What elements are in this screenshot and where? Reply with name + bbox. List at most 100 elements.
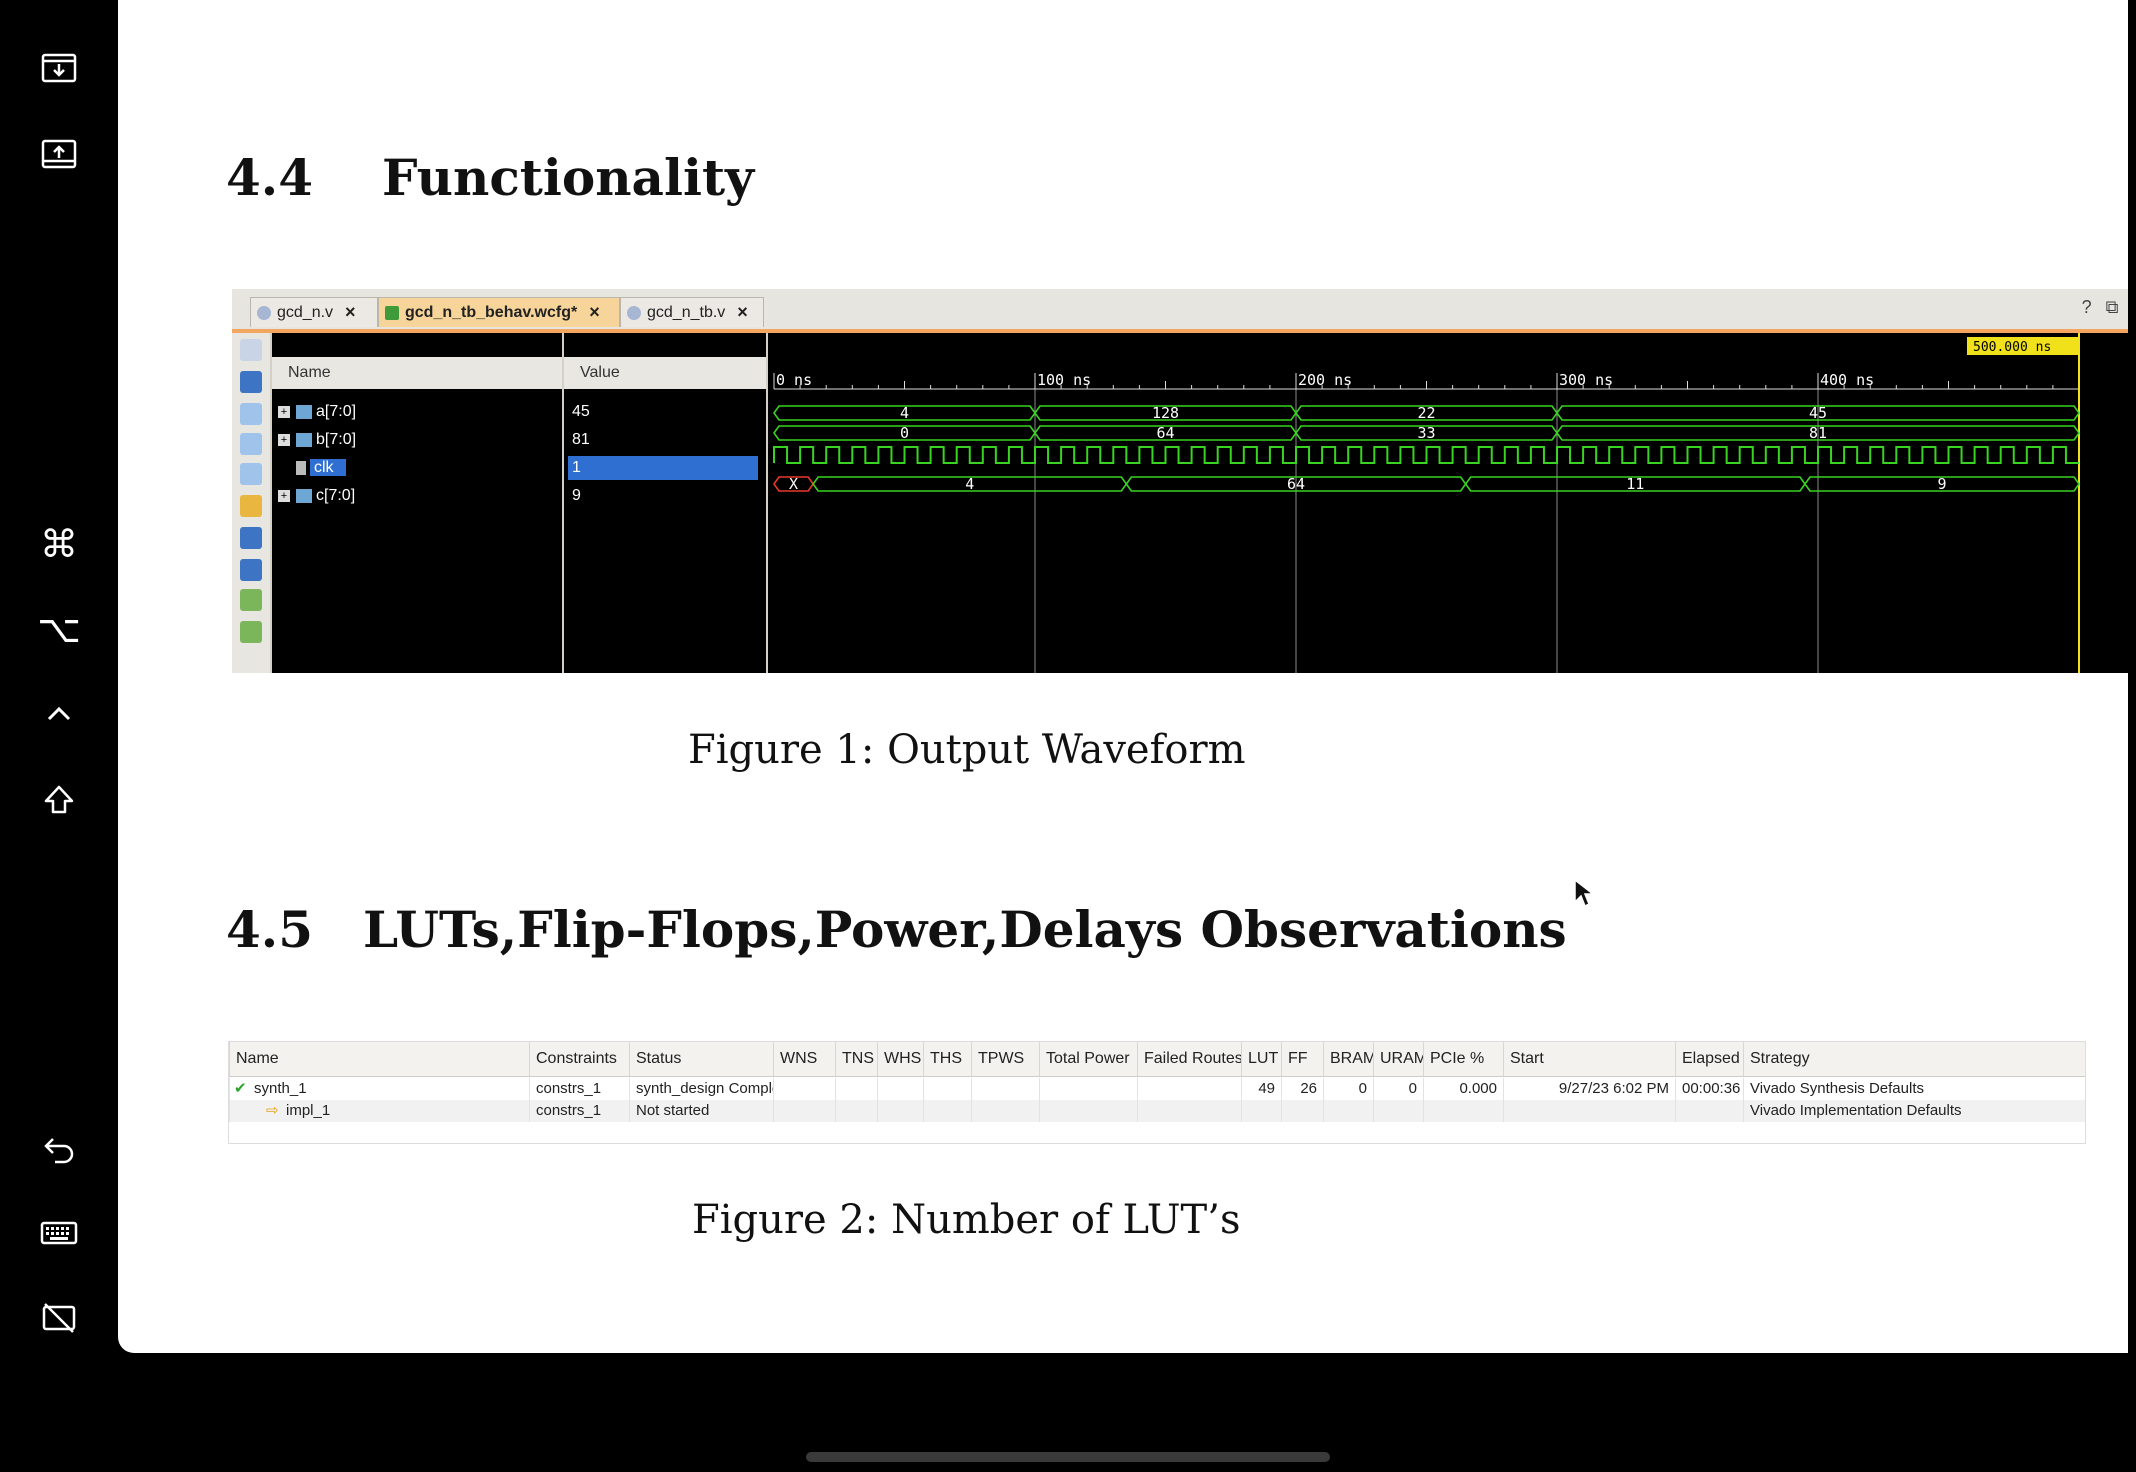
tab-gcd-n-tb-v[interactable]: gcd_n_tb.v × xyxy=(620,297,764,327)
expand-icon[interactable]: + xyxy=(278,489,290,502)
column-header[interactable]: PCIe % xyxy=(1423,1042,1503,1076)
cell-empty xyxy=(877,1078,923,1100)
column-header[interactable]: URAM xyxy=(1373,1042,1423,1076)
bus-icon xyxy=(296,404,312,419)
tab-gcd-n-v[interactable]: gcd_n.v × xyxy=(250,297,378,327)
control-icon[interactable] xyxy=(30,685,88,743)
zoom-fit-icon[interactable] xyxy=(240,463,262,485)
go-to-start-icon[interactable] xyxy=(240,527,262,549)
cell-pcie: 0.000 xyxy=(1423,1078,1503,1100)
bus-icon xyxy=(296,488,312,503)
signal-clk[interactable]: clk xyxy=(296,456,346,480)
zoom-out-icon[interactable] xyxy=(240,433,262,455)
column-header[interactable]: Name xyxy=(229,1042,529,1076)
signal-b[interactable]: + b[7:0] xyxy=(278,428,356,452)
cell-elapsed: 00:00:36 xyxy=(1675,1078,1743,1100)
column-header[interactable]: Status xyxy=(629,1042,773,1076)
bus-value-label: 11 xyxy=(1626,475,1644,493)
cell-empty xyxy=(835,1100,877,1122)
document-page: 4.4 Functionality gcd_n.v × gcd_n_tb_beha… xyxy=(118,0,2128,1353)
cell-text: Vivado Synthesis Defaults xyxy=(1750,1080,1924,1097)
bus-value-label: 81 xyxy=(1809,424,1827,442)
save-icon[interactable] xyxy=(240,371,262,393)
cell-name: ✔ synth_1 xyxy=(229,1078,529,1100)
column-header[interactable]: Elapsed xyxy=(1675,1042,1743,1076)
column-header[interactable]: WNS xyxy=(773,1042,835,1076)
option-icon[interactable]: ⌥ xyxy=(30,600,88,658)
signal-name-panel: Name + a[7:0] + b[7:0] clk + c[7:0] xyxy=(272,333,562,673)
expand-panel-icon[interactable] xyxy=(240,339,262,361)
cell-pcie xyxy=(1423,1100,1503,1122)
shift-glyph xyxy=(44,785,74,814)
column-header[interactable]: TPWS xyxy=(971,1042,1039,1076)
table-row[interactable]: ⇨ impl_1 constrs_1 Not started Vivado Implem… xyxy=(229,1100,2085,1122)
download-tray-icon[interactable] xyxy=(30,40,88,98)
help-icon[interactable]: ? xyxy=(2082,297,2092,318)
previous-transition-icon[interactable] xyxy=(240,589,262,611)
command-icon[interactable]: ⌘ xyxy=(30,515,88,573)
cell-text: constrs_1 xyxy=(536,1102,602,1119)
waveform-plot[interactable]: 0 ns 100 ns 200 ns 300 ns 400 ns 500.000 ns 4 1… xyxy=(768,333,2128,673)
column-header[interactable]: Strategy xyxy=(1743,1042,2085,1076)
verilog-file-icon xyxy=(627,305,641,320)
expand-icon[interactable]: + xyxy=(278,405,290,418)
expand-icon[interactable]: + xyxy=(278,433,290,446)
cell-uram xyxy=(1373,1100,1423,1122)
column-header[interactable]: FF xyxy=(1281,1042,1323,1076)
name-column-header[interactable]: Name xyxy=(272,357,562,389)
toolbar: ⌘ ⌥ xyxy=(0,0,118,1472)
cell-ff xyxy=(1281,1100,1323,1122)
column-header[interactable]: Constraints xyxy=(529,1042,629,1076)
cell-empty xyxy=(773,1100,835,1122)
column-header[interactable]: Failed Routes xyxy=(1137,1042,1241,1076)
column-header[interactable]: Start xyxy=(1503,1042,1675,1076)
restore-icon[interactable]: ⧉ xyxy=(2106,297,2119,318)
bus-value-label: X xyxy=(789,475,798,493)
table-row[interactable]: ✔ synth_1 constrs_1 synth_design Complete! 4… xyxy=(229,1078,2085,1100)
upload-tray-icon[interactable] xyxy=(30,126,88,184)
column-header[interactable]: TNS xyxy=(835,1042,877,1076)
column-header[interactable]: THS xyxy=(923,1042,971,1076)
section-heading-4-4: 4.4 Functionality xyxy=(226,148,754,207)
cell-empty xyxy=(971,1100,1039,1122)
column-header[interactable]: LUT xyxy=(1241,1042,1281,1076)
keyboard-icon[interactable] xyxy=(30,1204,88,1262)
home-indicator[interactable] xyxy=(806,1452,1330,1462)
undo-icon[interactable] xyxy=(30,1120,88,1178)
pending-arrow-icon: ⇨ xyxy=(266,1102,279,1119)
waveform-config-icon xyxy=(385,305,399,320)
ruler-label: 100 ns xyxy=(1037,371,1091,389)
shift-icon[interactable] xyxy=(30,771,88,829)
ruler-label: 0 ns xyxy=(776,371,812,389)
cell-empty xyxy=(923,1078,971,1100)
cell-text: 49 xyxy=(1258,1080,1275,1097)
signal-c[interactable]: + c[7:0] xyxy=(278,484,355,508)
close-icon[interactable]: × xyxy=(737,302,748,323)
cell-text: 0.000 xyxy=(1459,1080,1497,1097)
go-to-cursor-icon[interactable] xyxy=(240,495,262,517)
close-icon[interactable]: × xyxy=(345,302,356,323)
zoom-in-icon[interactable] xyxy=(240,403,262,425)
value-column-header[interactable]: Value xyxy=(564,357,766,389)
section-title: LUTs,Flip-Flops,Power,Delays Observation… xyxy=(363,900,1567,959)
mouse-pointer-icon xyxy=(1574,878,1595,908)
bus-value-label: 9 xyxy=(1937,475,1946,493)
undo-glyph xyxy=(44,1138,74,1164)
bus-value-label: 22 xyxy=(1417,404,1435,422)
section-number: 4.5 xyxy=(226,900,313,959)
go-to-end-icon[interactable] xyxy=(240,559,262,581)
hide-keyboard-icon[interactable] xyxy=(30,1289,88,1347)
column-header[interactable]: BRAM xyxy=(1323,1042,1373,1076)
column-header[interactable]: Total Power xyxy=(1039,1042,1137,1076)
cell-lut xyxy=(1241,1100,1281,1122)
signal-label: a[7:0] xyxy=(316,403,357,420)
cell-bram xyxy=(1323,1100,1373,1122)
close-icon[interactable]: × xyxy=(589,302,600,323)
bus-value-label: 4 xyxy=(965,475,974,493)
column-header[interactable]: WHS xyxy=(877,1042,923,1076)
tab-gcd-n-tb-behav-wcfg[interactable]: gcd_n_tb_behav.wcfg* × xyxy=(378,297,620,327)
control-glyph xyxy=(47,706,71,721)
next-transition-icon[interactable] xyxy=(240,621,262,643)
signal-a[interactable]: + a[7:0] xyxy=(278,400,356,424)
clock-waveform xyxy=(773,446,2079,464)
